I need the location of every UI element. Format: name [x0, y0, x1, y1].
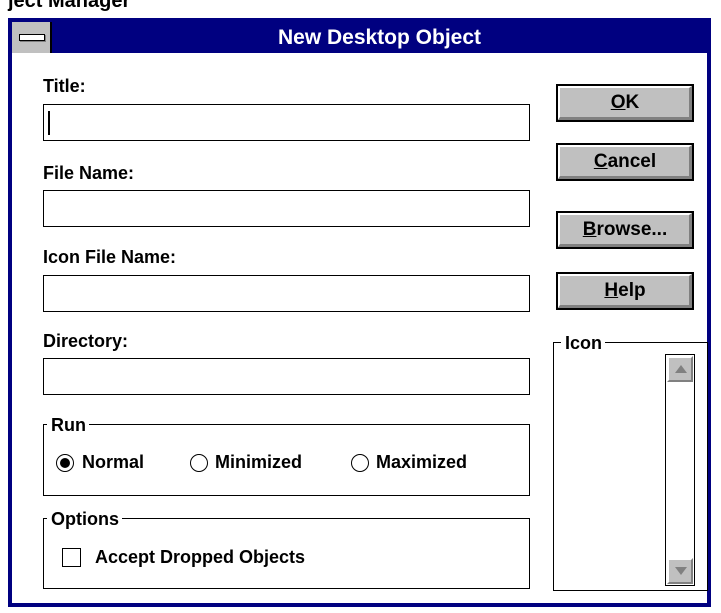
scroll-down-button[interactable]	[667, 558, 693, 584]
browse-button-label: Browse...	[558, 213, 692, 247]
title-label: Title:	[43, 76, 86, 96]
new-desktop-object-dialog: New Desktop Object Title: File Name: Ico…	[8, 18, 711, 607]
icon-legend: Icon	[561, 333, 606, 353]
scroll-up-button[interactable]	[667, 356, 693, 382]
run-normal-label[interactable]: Normal	[82, 452, 144, 473]
browse-button[interactable]: Browse...	[556, 211, 694, 249]
cancel-label-rest: ancel	[607, 151, 657, 172]
cancel-button-label: Cancel	[558, 145, 692, 179]
help-mnemonic: H	[604, 280, 619, 301]
ok-label-rest: K	[625, 92, 640, 113]
scroll-down-arrow-icon	[675, 567, 687, 575]
directory-label: Directory:	[43, 331, 129, 351]
icon-file-name-label: Icon File Name:	[43, 247, 177, 267]
title-input[interactable]	[43, 104, 530, 141]
system-menu-icon	[19, 34, 45, 41]
browse-mnemonic: B	[582, 219, 597, 240]
run-maximized-radio[interactable]	[351, 454, 369, 472]
background-window-title-fragment: ject Manager	[0, 0, 721, 20]
icon-scrollbar[interactable]	[665, 354, 695, 586]
run-legend: Run	[47, 415, 89, 435]
run-minimized-radio[interactable]	[190, 454, 208, 472]
background-caption-text: ject Manager	[8, 0, 131, 12]
run-maximized-label[interactable]: Maximized	[376, 452, 467, 473]
help-label-rest: elp	[618, 280, 646, 301]
title-bar[interactable]: New Desktop Object	[12, 22, 707, 53]
system-menu-button[interactable]	[12, 22, 52, 53]
radio-selected-dot	[60, 458, 70, 468]
scroll-up-arrow-icon	[675, 365, 687, 373]
ok-button-label: OK	[558, 86, 692, 120]
options-legend: Options	[47, 509, 122, 529]
cancel-mnemonic: C	[593, 151, 608, 172]
help-button-label: Help	[558, 274, 692, 308]
text-caret	[48, 111, 50, 135]
accept-dropped-objects-checkbox[interactable]	[62, 548, 81, 567]
browse-label-rest: rowse...	[596, 219, 668, 240]
cancel-button[interactable]: Cancel	[556, 143, 694, 181]
directory-input[interactable]	[43, 358, 530, 395]
accept-dropped-objects-label[interactable]: Accept Dropped Objects	[95, 547, 305, 568]
help-button[interactable]: Help	[556, 272, 694, 310]
ok-button[interactable]: OK	[556, 84, 694, 122]
icon-file-name-input[interactable]	[43, 275, 530, 312]
run-normal-radio[interactable]	[56, 454, 74, 472]
run-minimized-label[interactable]: Minimized	[215, 452, 302, 473]
ok-mnemonic: O	[610, 92, 626, 113]
file-name-input[interactable]	[43, 190, 530, 227]
dialog-title: New Desktop Object	[277, 26, 482, 49]
file-name-label: File Name:	[43, 163, 135, 183]
